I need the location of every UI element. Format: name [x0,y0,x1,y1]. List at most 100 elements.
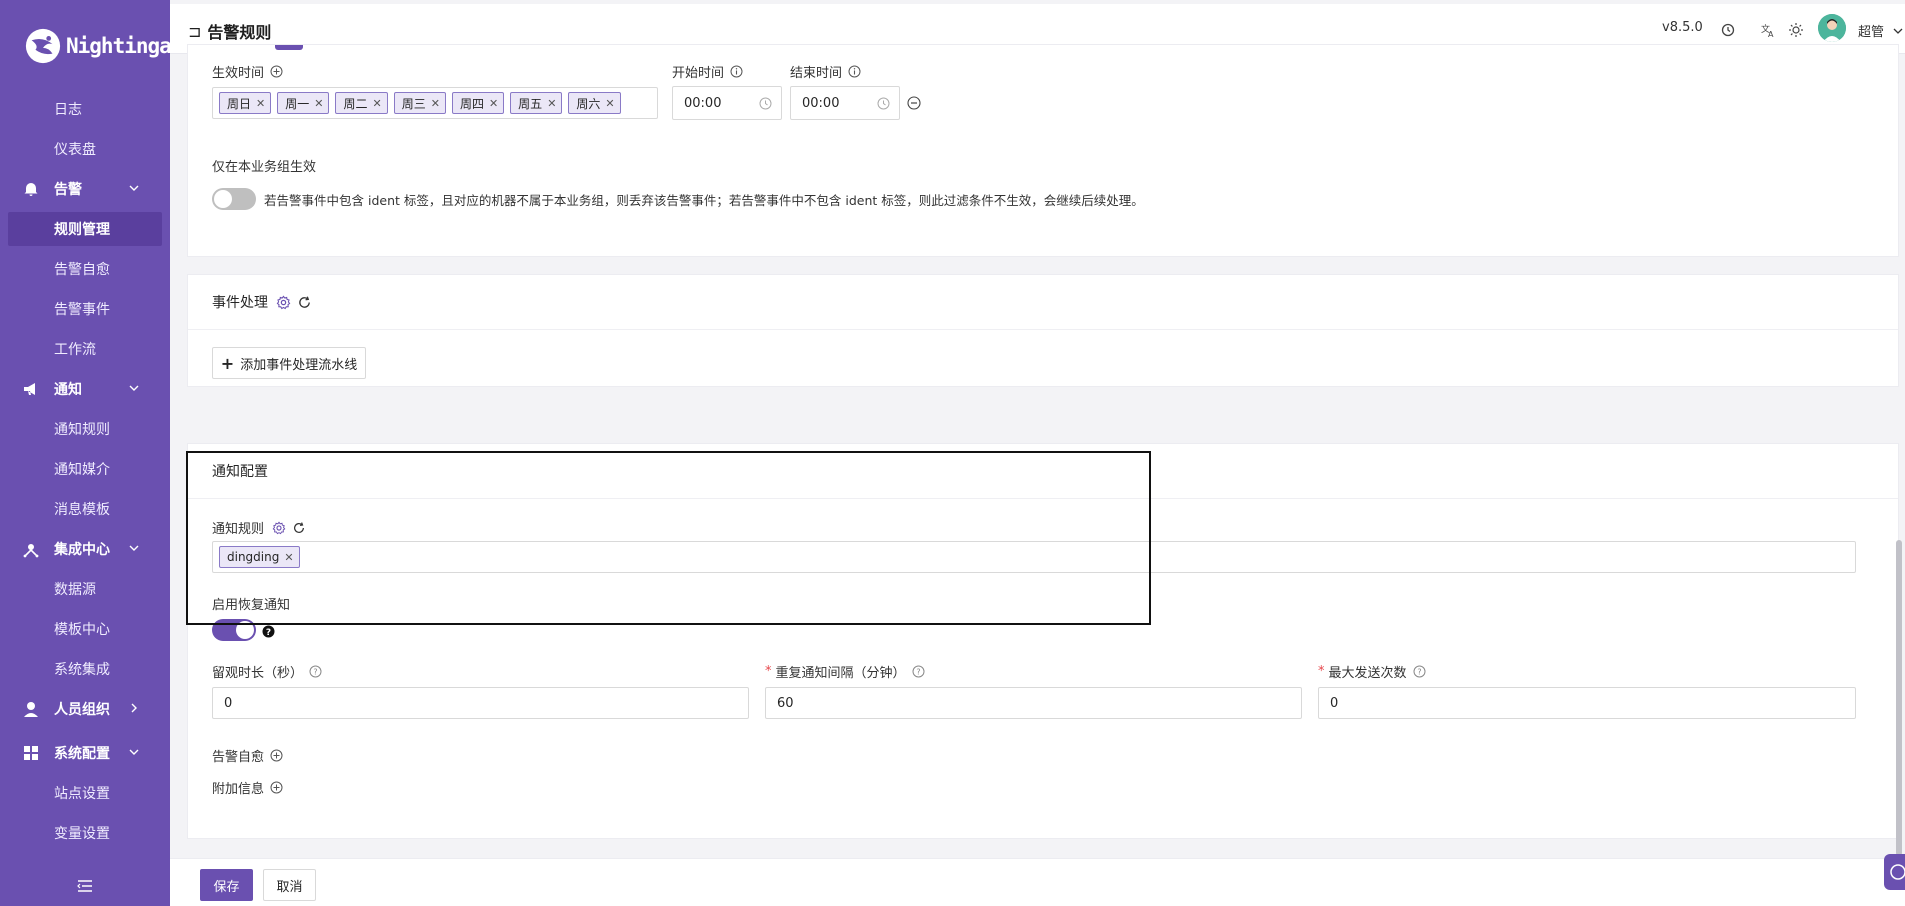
max-send-input[interactable]: 0 [1318,687,1856,719]
megaphone-icon [22,380,40,398]
sidebar-item[interactable]: 规则管理 [8,212,162,246]
sidebar-item[interactable]: 系统配置 [8,736,162,770]
remove-circle-icon[interactable] [907,96,921,110]
settings-gear-icon[interactable] [276,295,291,310]
observe-label: 留观时长（秒） ? [212,662,322,681]
chevron-down-icon [129,749,139,755]
theme-sun-icon[interactable] [1788,22,1804,38]
clock-icon [759,97,772,110]
start-time-input[interactable]: 00:00 [672,86,782,120]
help-float-icon [1890,864,1905,880]
self-heal-label-text: 告警自愈 [212,750,265,765]
sidebar-item-label: 模板中心 [54,622,110,638]
user-icon [22,700,40,718]
repeat-label: * 重复通知间隔（分钟） ? [765,662,925,681]
close-icon[interactable]: ✕ [431,97,440,110]
user-menu[interactable]: 超管 [1858,21,1904,40]
sidebar-item[interactable]: 工作流 [8,332,162,366]
sidebar-item[interactable]: 仪表盘 [8,132,162,166]
svg-text:?: ? [1417,668,1421,677]
close-icon[interactable]: ✕ [256,97,265,110]
clock-icon [877,97,890,110]
sidebar-item-label: 告警 [54,182,82,198]
footer-bar: 保存 取消 [170,858,1905,906]
sidebar-item[interactable]: 模板中心 [8,612,162,646]
chevron-down-icon [129,185,139,191]
plus-icon: + [220,353,235,373]
translate-icon[interactable]: 文 A [1760,22,1776,38]
sidebar-item[interactable]: 变量设置 [8,816,162,850]
sidebar-item-label: 仪表盘 [54,142,96,158]
repeat-label-text: 重复通知间隔（分钟） [775,666,906,681]
logo[interactable]: Nightingale [24,26,195,66]
close-icon[interactable]: ✕ [489,97,498,110]
repeat-input[interactable]: 60 [765,687,1302,719]
days-select[interactable]: 周日 ✕ 周一 ✕ 周二 ✕ 周三 ✕ 周四 ✕ 周五 ✕ 周六 ✕ [212,87,658,119]
bell-icon [22,180,40,198]
day-tag: 周二 ✕ [335,92,388,114]
only-biz-switch[interactable] [212,188,256,210]
sidebar-item-label: 站点设置 [54,786,110,802]
day-tag: 周一 ✕ [277,92,330,114]
sidebar-item-label: 集成中心 [54,542,110,558]
integration-icon [22,540,40,558]
sidebar-item[interactable]: 站点设置 [8,776,162,810]
required-mark: * [1318,664,1325,679]
sidebar-item-label: 变量设置 [54,826,110,842]
sidebar-item[interactable]: 告警自愈 [8,252,162,286]
max-send-label: * 最大发送次数 ? [1318,662,1426,681]
collapse-menu-icon[interactable] [76,878,94,894]
close-icon[interactable]: ✕ [605,97,614,110]
event-processing-title: 事件处理 [212,295,268,311]
save-button[interactable]: 保存 [200,869,253,901]
day-tag: 周日 ✕ [219,92,272,114]
sidebar-item-label: 告警自愈 [54,262,110,278]
only-biz-description: 若告警事件中包含 ident 标签，且对应的机器不属于本业务组，则丢弃该告警事件… [264,193,1144,208]
sidebar-item[interactable]: 集成中心 [8,532,162,566]
sidebar-item[interactable]: 日志 [8,92,162,126]
cancel-button[interactable]: 取消 [263,869,316,901]
sidebar-item-label: 人员组织 [54,702,110,718]
nightingale-logo-icon [25,28,61,64]
svg-text:?: ? [916,668,920,677]
add-circle-icon[interactable] [270,749,283,762]
sidebar-item-label: 数据源 [54,582,96,598]
observe-input[interactable]: 0 [212,687,749,719]
sidebar-item[interactable]: 消息模板 [8,492,162,526]
user-name: 超管 [1858,25,1885,40]
svg-text:?: ? [266,628,271,638]
max-send-label-text: 最大发送次数 [1328,666,1407,681]
avatar[interactable] [1818,14,1846,42]
history-icon[interactable] [1720,22,1736,38]
sidebar-item[interactable]: 通知 [8,372,162,406]
sidebar-item[interactable]: 通知规则 [8,412,162,446]
close-icon[interactable]: ✕ [314,97,323,110]
sidebar-item[interactable]: 数据源 [8,572,162,606]
help-float-button[interactable] [1884,854,1905,890]
refresh-icon[interactable] [297,295,312,310]
sidebar-item[interactable]: 告警 [8,172,162,206]
sidebar-item[interactable]: 通知媒介 [8,452,162,486]
close-icon[interactable]: ✕ [547,97,556,110]
end-time-input[interactable]: 00:00 [790,86,900,120]
back-icon[interactable]: ⊐ [188,22,201,41]
sidebar-item[interactable]: 人员组织 [8,692,162,726]
sidebar-item[interactable]: 告警事件 [8,292,162,326]
avatar-image-icon [1818,14,1846,42]
required-mark: * [765,664,772,679]
add-circle-icon[interactable] [270,65,283,78]
page-title: ⊐ 告警规则 [188,19,271,43]
scrollbar-thumb[interactable] [1896,540,1902,856]
sidebar-item[interactable]: 系统集成 [8,652,162,686]
day-tag-label: 周五 [518,96,543,111]
svg-text:A: A [1768,30,1774,38]
end-time-label-text: 结束时间 [790,66,843,81]
highlight-box [186,451,1151,625]
start-time-value: 00:00 [684,95,722,111]
add-circle-icon[interactable] [270,781,283,794]
add-pipeline-button[interactable]: + 添加事件处理流水线 [212,347,366,379]
add-pipeline-label: 添加事件处理流水线 [240,357,358,373]
sidebar-item-label: 系统配置 [54,746,110,762]
close-icon[interactable]: ✕ [372,97,381,110]
effective-time-label-text: 生效时间 [212,66,265,81]
